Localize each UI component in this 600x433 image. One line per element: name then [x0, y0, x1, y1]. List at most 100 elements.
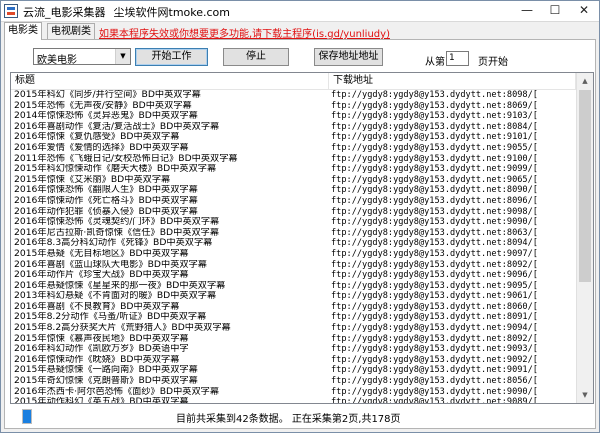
list-item-url: ftp://ygdy8:ygdy8@y153.dydytt.net:8092/[: [331, 259, 538, 270]
list-item[interactable]: 2015年悬疑惊悚《一路向南》BD中英双字幕 ftp://ygdy8:ygdy8@…: [11, 365, 576, 376]
list-item[interactable]: 2016年杰西卡·阿尔芭恐怖《面纱》BD中英双字幕 ftp://ygdy8:ygd…: [11, 387, 576, 398]
column-header-title[interactable]: 标题: [11, 73, 329, 89]
list-item[interactable]: 2015年8.2分动作《马蚤/听证》BD中英双字幕 ftp://ygdy8:ygd…: [11, 312, 576, 323]
list-item-title: 2015年科幻《同步/并行空间》BD中英双字幕: [14, 90, 201, 100]
list-item-title: 2011年恐怖《飞蛾日记/女校恐怖日记》BD中英双字幕: [14, 153, 238, 164]
scroll-down-icon[interactable]: ▼: [577, 387, 593, 403]
list-item[interactable]: 2014年惊悚恐怖《灵异恶鬼》BD中英双字幕 ftp://ygdy8:ygdy8@…: [11, 111, 576, 122]
list-item[interactable]: 2015年奇幻惊悚《克朗普斯》BD中英双字幕 ftp://ygdy8:ygdy8@…: [11, 376, 576, 387]
results-list[interactable]: 标题 下载地址 2015年科幻《同步/并行空间》BD中英双字幕 ftp://ygd…: [10, 72, 594, 404]
close-button[interactable]: ✕: [569, 1, 599, 21]
list-item[interactable]: 2016年喜剧《不良教育》BD中英双字幕 ftp://ygdy8:ygdy8@y1…: [11, 302, 576, 313]
movies-panel: 欧美电影 ▼ 开始工作 停止 保存地址地址 从第 1 页开始 标题 下载地址 2…: [4, 39, 596, 429]
save-addresses-button[interactable]: 保存地址地址: [314, 48, 383, 66]
maximize-button[interactable]: ☐: [541, 1, 569, 21]
list-item-url: ftp://ygdy8:ygdy8@y153.dydytt.net:9100/[: [331, 153, 538, 164]
list-item-url: ftp://ygdy8:ygdy8@y153.dydytt.net:8094/[: [331, 238, 538, 249]
download-notice-link[interactable]: 如果本程序失效或你想要更多功能,请下载主程序(is.gd/yunliudy): [99, 25, 390, 40]
list-item-url: ftp://ygdy8:ygdy8@y153.dydytt.net:8098/[: [331, 90, 538, 100]
list-item-title: 2016年悬疑惊悚《星星来的那一夜》BD中英双字幕: [14, 280, 226, 291]
list-item-title: 2016年动作犯罪《侦暴入侵》BD中英双字幕: [14, 206, 198, 217]
list-item-title: 2016年惊悚恐怖《翻限人生》BD中英双字幕: [14, 185, 198, 196]
list-item[interactable]: 2015年悬疑《无目标地区》BD中英双字幕 ftp://ygdy8:ygdy8@y…: [11, 249, 576, 260]
list-item-title: 2016年动作片《珍宝大战》BD中英双字幕: [14, 270, 189, 281]
list-item-title: 2015年悬疑惊悚《一路向南》BD中英双字幕: [14, 365, 198, 376]
list-item-title: 2016年科幻动作《凯欧万岁》BD英语中字: [14, 344, 189, 355]
list-item[interactable]: 2011年恐怖《飞蛾日记/女校恐怖日记》BD中英双字幕 ftp://ygdy8:y…: [11, 154, 576, 165]
list-item[interactable]: 2016年尼古拉斯·凯奇惊悚《信任》BD中英双字幕 ftp://ygdy8:ygd…: [11, 228, 576, 239]
list-item-url: ftp://ygdy8:ygdy8@y153.dydytt.net:9101/[: [331, 132, 538, 143]
list-item[interactable]: 2016年爱情《爱情的选择》BD中英双字幕 ftp://ygdy8:ygdy8@y…: [11, 143, 576, 154]
list-item[interactable]: 2013年科幻悬疑《不肯面对的暖》BD中英双字幕 ftp://ygdy8:ygdy…: [11, 291, 576, 302]
list-item-url: ftp://ygdy8:ygdy8@y153.dydytt.net:8063/[: [331, 227, 538, 238]
list-item-title: 2015年科幻惊悚动作《磨天大楼》BD中英双字幕: [14, 164, 217, 175]
list-item-title: 2015年8.2分动作《马蚤/听证》BD中英双字幕: [14, 312, 207, 323]
list-item-url: ftp://ygdy8:ygdy8@y153.dydytt.net:8091/[: [331, 312, 538, 323]
list-item[interactable]: 2015年科幻惊悚动作《磨天大楼》BD中英双字幕 ftp://ygdy8:ygdy…: [11, 164, 576, 175]
start-page-input[interactable]: 1: [446, 51, 469, 66]
list-item-title: 2016年喜剧《蓝山球队大电影》BD中英双字幕: [14, 259, 207, 270]
category-select-value: 欧美电影: [37, 55, 77, 66]
list-item[interactable]: 2015年科幻《同步/并行空间》BD中英双字幕 ftp://ygdy8:ygdy8…: [11, 90, 576, 101]
scroll-up-icon[interactable]: ▲: [577, 73, 593, 89]
app-window: 云流_电影采集器 尘埃软件网tmoke.com — ☐ ✕ 电影类 电视剧类 如果…: [0, 0, 600, 433]
chevron-down-icon[interactable]: ▼: [115, 49, 130, 64]
list-item-title: 2014年惊悚恐怖《灵异恶鬼》BD中英双字幕: [14, 111, 198, 122]
list-item-title: 2015年悬疑《无目标地区》BD中英双字幕: [14, 248, 189, 259]
list-item-url: ftp://ygdy8:ygdy8@y153.dydytt.net:9093/[: [331, 344, 538, 355]
list-item[interactable]: 2016年惊悚《复仇感受》BD中英双字幕 ftp://ygdy8:ygdy8@y1…: [11, 132, 576, 143]
list-item[interactable]: 2015年恐怖《无声夜/安静》BD中英双字幕 ftp://ygdy8:ygdy8@…: [11, 101, 576, 112]
list-item[interactable]: 2015年惊悚《慕声夜民地》BD中英双字幕 ftp://ygdy8:ygdy8@y…: [11, 334, 576, 345]
vertical-scrollbar[interactable]: ▲ ▼: [576, 73, 593, 403]
list-item[interactable]: 2016年科幻动作《凯欧万岁》BD英语中字 ftp://ygdy8:ygdy8@y…: [11, 344, 576, 355]
list-item[interactable]: 2016年惊悚恐怖《灵魂契约/门环》BD中英双字幕 ftp://ygdy8:ygd…: [11, 217, 576, 228]
list-item[interactable]: 2016年动作犯罪《侦暴入侵》BD中英双字幕 ftp://ygdy8:ygdy8@…: [11, 207, 576, 218]
list-item-url: ftp://ygdy8:ygdy8@y153.dydytt.net:9089/[: [331, 397, 538, 404]
status-text: 目前共采集到42条数据。 正在采集第2页,共178页: [176, 414, 401, 425]
title-bar[interactable]: 云流_电影采集器 尘埃软件网tmoke.com — ☐ ✕: [1, 1, 599, 22]
list-item-url: ftp://ygdy8:ygdy8@y153.dydytt.net:9094/[: [331, 323, 538, 334]
list-item[interactable]: 2015年动作科幻《英五战》BD中英双字幕 ftp://ygdy8:ygdy8@y…: [11, 397, 576, 404]
list-item-url: ftp://ygdy8:ygdy8@y153.dydytt.net:8056/[: [331, 376, 538, 387]
column-header-url[interactable]: 下载地址: [329, 73, 576, 89]
list-item-title: 2016年喜剧动作《复活/复活战士》BD中英双字幕: [14, 121, 220, 132]
list-item-url: ftp://ygdy8:ygdy8@y153.dydytt.net:9055/[: [331, 142, 538, 153]
window-title-name: 云流_电影采集器: [23, 6, 106, 19]
list-item-title: 2016年惊悚恐怖《灵魂契约/门环》BD中英双字幕: [14, 217, 220, 228]
tab-movies[interactable]: 电影类: [4, 22, 42, 40]
app-icon: [4, 4, 18, 18]
list-item-title: 2016年惊悚《复仇感受》BD中英双字幕: [14, 132, 180, 143]
list-item[interactable]: 2016年惊悚动作《眈娆》BD中英双字幕 ftp://ygdy8:ygdy8@y1…: [11, 355, 576, 366]
list-item-url: ftp://ygdy8:ygdy8@y153.dydytt.net:9096/[: [331, 270, 538, 281]
list-item[interactable]: 2016年喜剧动作《复活/复活战士》BD中英双字幕 ftp://ygdy8:ygd…: [11, 122, 576, 133]
list-item-title: 2015年8.2高分获奖大片《荒野猎人》BD中英双字幕: [14, 323, 231, 334]
list-item-url: ftp://ygdy8:ygdy8@y153.dydytt.net:9065/[: [331, 174, 538, 185]
list-item[interactable]: 2016年动作片《珍宝大战》BD中英双字幕 ftp://ygdy8:ygdy8@y…: [11, 270, 576, 281]
list-item-url: ftp://ygdy8:ygdy8@y153.dydytt.net:8096/[: [331, 195, 538, 206]
start-page-label: 从第: [425, 57, 445, 68]
start-button[interactable]: 开始工作: [135, 48, 208, 66]
list-item[interactable]: 2016年惊悚恐怖《翻限人生》BD中英双字幕 ftp://ygdy8:ygdy8@…: [11, 185, 576, 196]
list-item[interactable]: 2015年惊悚《艾米丽》BD中英双字幕 ftp://ygdy8:ygdy8@y15…: [11, 175, 576, 186]
list-item-url: ftp://ygdy8:ygdy8@y153.dydytt.net:9103/[: [331, 111, 538, 122]
progress-bar: [22, 409, 32, 424]
list-item-url: ftp://ygdy8:ygdy8@y153.dydytt.net:9099/[: [331, 164, 538, 175]
category-select[interactable]: 欧美电影 ▼: [33, 48, 131, 66]
start-page-suffix: 页开始: [478, 57, 508, 68]
scrollbar-thumb[interactable]: [579, 90, 591, 282]
list-item-url: ftp://ygdy8:ygdy8@y153.dydytt.net:8069/[: [331, 100, 538, 111]
list-item-title: 2016年惊悚动作《眈娆》BD中英双字幕: [14, 354, 180, 365]
list-item-title: 2016年8.3高分科幻动作《死锋》BD中英双字幕: [14, 238, 213, 249]
list-item[interactable]: 2016年喜剧《蓝山球队大电影》BD中英双字幕 ftp://ygdy8:ygdy8…: [11, 260, 576, 271]
stop-button[interactable]: 停止: [223, 48, 289, 66]
list-item[interactable]: 2016年8.3高分科幻动作《死锋》BD中英双字幕 ftp://ygdy8:ygd…: [11, 238, 576, 249]
list-item-url: ftp://ygdy8:ygdy8@y153.dydytt.net:8084/[: [331, 121, 538, 132]
list-item[interactable]: 2015年8.2高分获奖大片《荒野猎人》BD中英双字幕 ftp://ygdy8:y…: [11, 323, 576, 334]
list-item-url: ftp://ygdy8:ygdy8@y153.dydytt.net:9090/[: [331, 386, 538, 397]
list-item[interactable]: 2016年悬疑惊悚《星星来的那一夜》BD中英双字幕 ftp://ygdy8:ygd…: [11, 281, 576, 292]
tab-tv-series[interactable]: 电视剧类: [47, 23, 95, 40]
list-item[interactable]: 2016年惊悚动作《死亡格斗》BD中英双字幕 ftp://ygdy8:ygdy8@…: [11, 196, 576, 207]
list-item-url: ftp://ygdy8:ygdy8@y153.dydytt.net:8090/[: [331, 185, 538, 196]
minimize-button[interactable]: —: [513, 1, 541, 21]
list-item-url: ftp://ygdy8:ygdy8@y153.dydytt.net:9091/[: [331, 365, 538, 376]
